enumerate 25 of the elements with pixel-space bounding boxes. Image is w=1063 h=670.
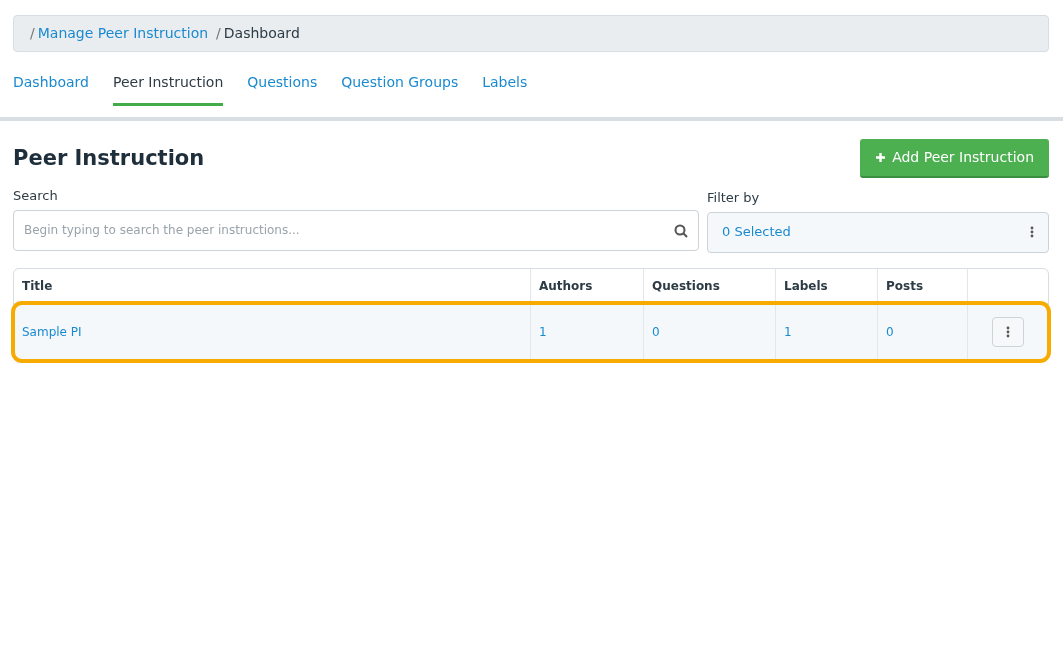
cell-link[interactable]: 1 [539,322,547,341]
field-label: Search [13,187,59,205]
nav-tab[interactable]: Labels [482,72,528,106]
cell-link[interactable]: 0 [886,322,894,341]
search-field[interactable]: Begin typing to search the peer instructions... [13,209,699,251]
nav-tab[interactable]: Questions [247,72,318,106]
nav-tab[interactable]: Dashboard [13,72,89,106]
nav-tab[interactable]: Question Groups [341,72,459,106]
breadcrumb-current: Dashboard [223,25,300,41]
more-options-icon [1030,226,1034,238]
breadcrumb-link[interactable]: Manage Peer Instruction [37,25,209,41]
breadcrumb-separator: / [216,25,221,41]
nav-tab[interactable]: Peer Instruction [112,72,224,106]
field-label: Filter by [707,189,761,207]
row-actions-button[interactable] [992,316,1024,347]
filter-dropdown[interactable]: 0 Selected [707,211,1049,253]
cell-link[interactable]: Sample PI [22,322,82,341]
cell-link[interactable]: 1 [784,322,792,341]
cell-link[interactable]: 0 [652,322,660,341]
search-icon [674,223,688,238]
more-options-icon [1006,325,1010,338]
add-button[interactable]: Add Peer Instruction [860,139,1049,178]
breadcrumb-separator: / [30,25,35,41]
plus-icon [875,152,887,163]
page-heading: Peer Instruction [13,145,205,172]
